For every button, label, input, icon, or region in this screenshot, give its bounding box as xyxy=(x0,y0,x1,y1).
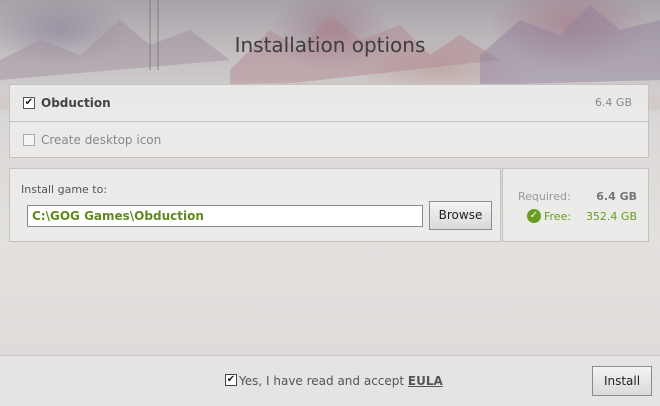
game-name: Obduction xyxy=(41,96,111,110)
disk-space-panel: Required: 6.4 GB ✓ Free: 352.4 GB xyxy=(502,168,649,242)
game-row: ✔ Obduction 6.4 GB xyxy=(9,84,649,122)
required-label: Required: xyxy=(518,190,571,203)
eula-text: Yes, I have read and accept EULA xyxy=(239,374,443,388)
install-path-input[interactable] xyxy=(27,205,423,227)
game-size: 6.4 GB xyxy=(594,96,632,109)
eula-checkbox[interactable]: ✔ xyxy=(225,374,237,386)
eula-link[interactable]: EULA xyxy=(408,374,443,388)
desktop-icon-row: Create desktop icon xyxy=(9,122,649,158)
eula-prefix: Yes, I have read and accept xyxy=(239,374,408,388)
desktop-icon-checkbox[interactable] xyxy=(23,134,35,146)
game-checkbox[interactable]: ✔ xyxy=(23,97,35,109)
free-label: Free: xyxy=(544,210,572,223)
free-value: 352.4 GB xyxy=(585,210,637,223)
install-location-panel: Install game to: Browse xyxy=(9,168,501,242)
install-location-label: Install game to: xyxy=(21,183,108,196)
footer-bar: ✔ Yes, I have read and accept EULA Insta… xyxy=(0,355,660,406)
desktop-icon-label: Create desktop icon xyxy=(41,133,162,147)
page-title: Installation options xyxy=(234,33,426,57)
check-circle-icon: ✓ xyxy=(527,209,541,223)
browse-button[interactable]: Browse xyxy=(429,201,492,230)
required-value: 6.4 GB xyxy=(596,190,637,203)
install-button[interactable]: Install xyxy=(592,366,652,396)
